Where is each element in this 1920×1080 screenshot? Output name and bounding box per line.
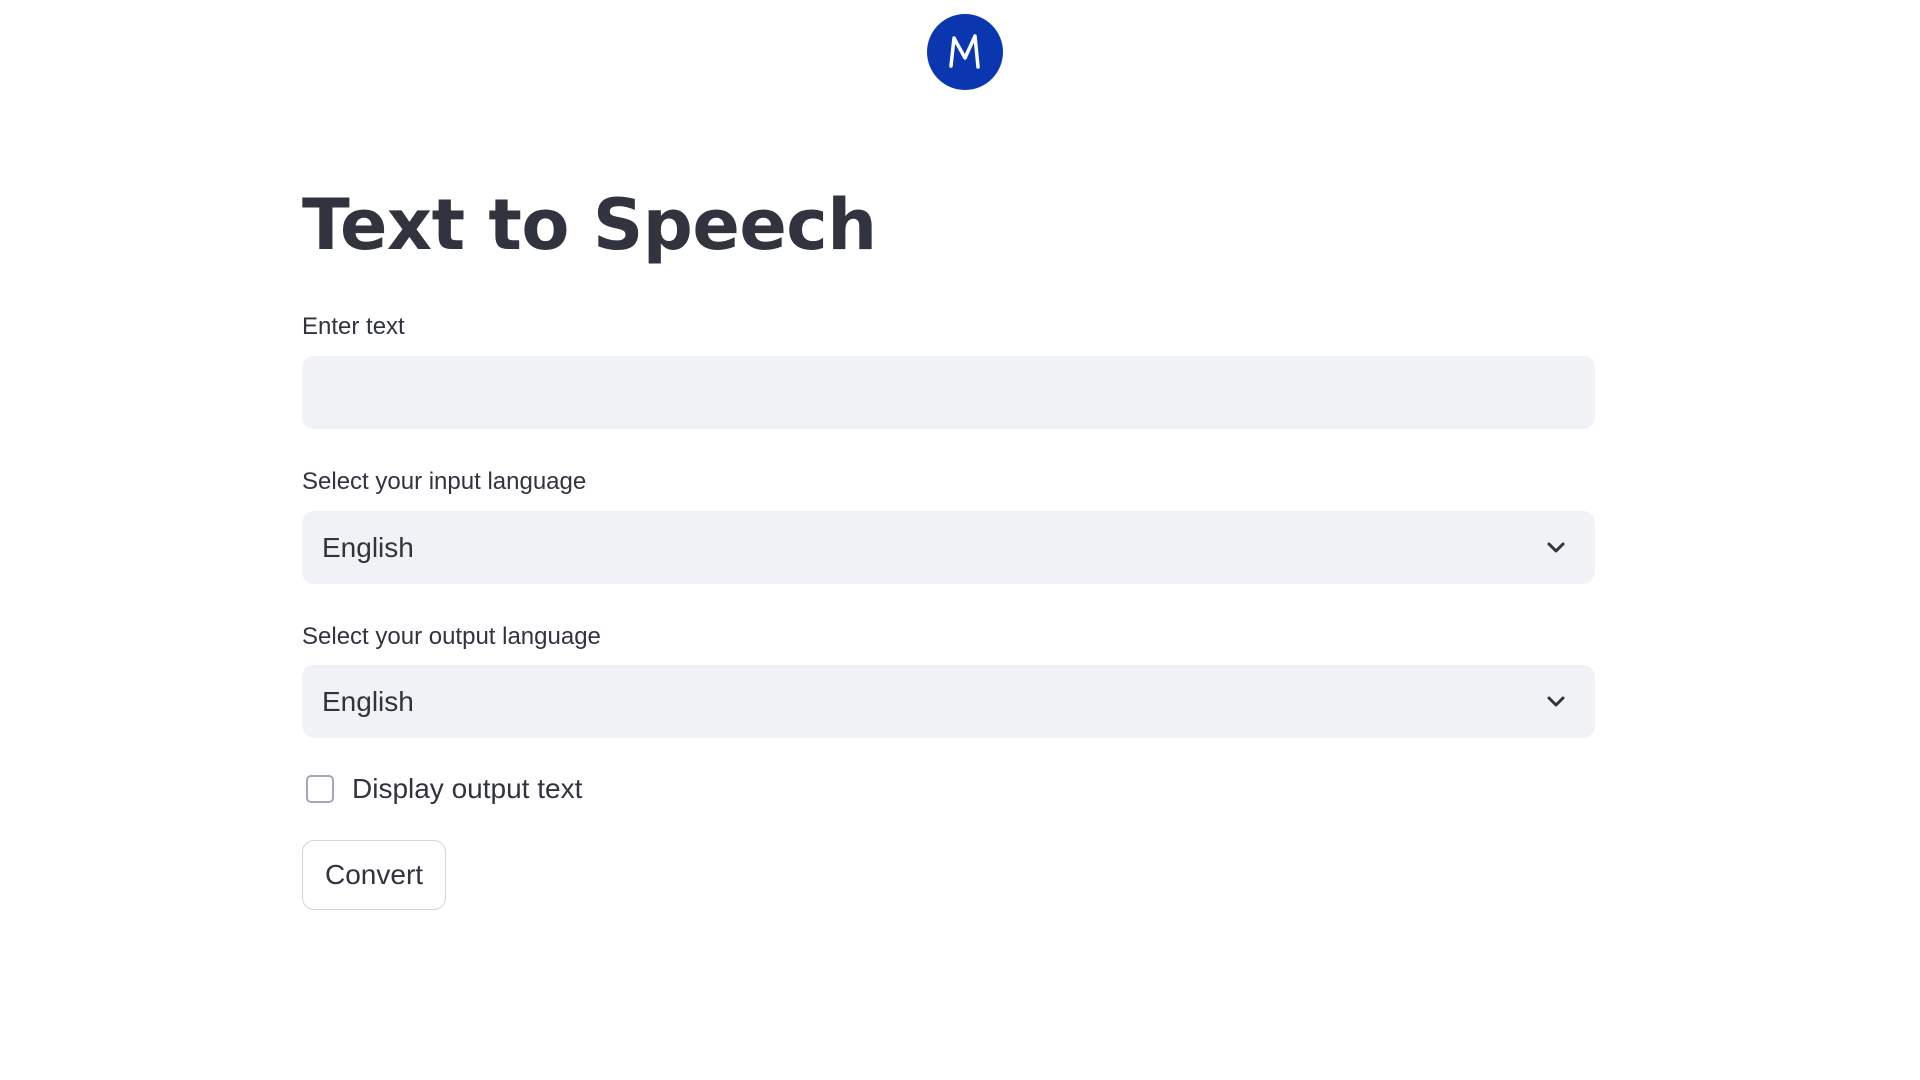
- display-output-label: Display output text: [352, 773, 583, 804]
- input-language-select[interactable]: English: [302, 511, 1595, 584]
- m-logo-icon: [927, 14, 1003, 90]
- output-language-label: Select your output language: [302, 623, 601, 650]
- input-language-value: English: [322, 531, 414, 563]
- enter-text-input[interactable]: [302, 356, 1595, 429]
- main-content: Text to Speech Enter text Select your in…: [302, 170, 1595, 910]
- output-language-value: English: [322, 685, 414, 717]
- page-title: Text to Speech: [302, 184, 877, 266]
- display-output-checkbox-row[interactable]: Display output text: [302, 773, 582, 805]
- enter-text-label: Enter text: [302, 313, 405, 340]
- chevron-down-icon: [1545, 537, 1567, 559]
- input-language-label: Select your input language: [302, 468, 587, 495]
- chevron-down-icon: [1545, 691, 1567, 713]
- output-language-select[interactable]: English: [302, 665, 1595, 738]
- app-page: Text to Speech Enter text Select your in…: [0, 0, 1920, 1080]
- convert-button[interactable]: Convert: [302, 840, 447, 910]
- display-output-checkbox[interactable]: [306, 775, 334, 803]
- app-logo: [927, 14, 1003, 90]
